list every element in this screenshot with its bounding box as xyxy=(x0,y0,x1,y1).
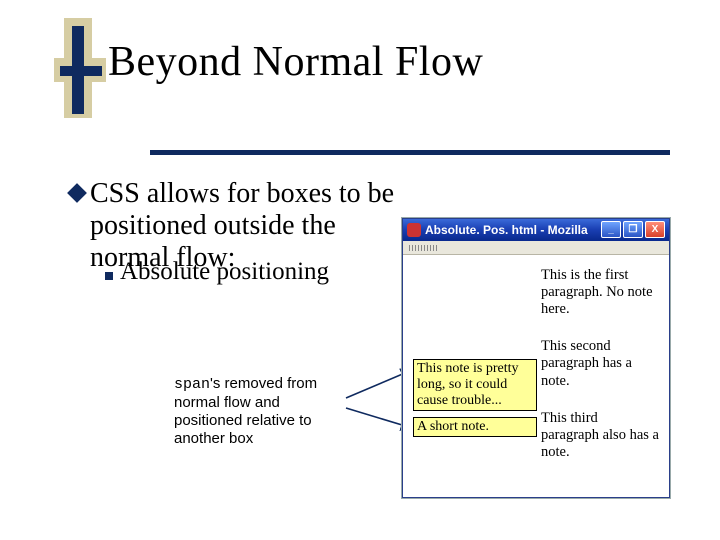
browser-window: Absolute. Pos. html - Mozilla _ ❐ X This… xyxy=(402,218,670,498)
browser-toolbar xyxy=(403,241,669,255)
note-box-1: This note is pretty long, so it could ca… xyxy=(413,359,537,411)
note-box-2: A short note. xyxy=(413,417,537,437)
slide-title-wrap: Beyond Normal Flow xyxy=(108,38,668,86)
sub-bullet-text: Absolute positioning xyxy=(120,258,329,286)
close-button[interactable]: X xyxy=(645,221,665,238)
paragraph-3: This third paragraph also has a note. xyxy=(541,410,659,461)
slide-title: Beyond Normal Flow xyxy=(108,38,668,86)
browser-title: Absolute. Pos. html - Mozilla xyxy=(425,223,588,237)
browser-content: This is the first paragraph. No note her… xyxy=(403,255,669,497)
minimize-button[interactable]: _ xyxy=(601,221,621,238)
toolbar-grip-icon xyxy=(409,245,439,251)
slide-corner-decoration xyxy=(54,18,114,128)
title-underline xyxy=(150,150,670,155)
caption-code: span xyxy=(174,376,210,393)
mozilla-icon xyxy=(407,223,421,237)
bullet-diamond-icon xyxy=(67,183,87,203)
paragraph-2: This second paragraph has a note. xyxy=(541,338,659,389)
maximize-button[interactable]: ❐ xyxy=(623,221,643,238)
paragraph-1: This is the first paragraph. No note her… xyxy=(541,267,659,318)
callout-caption: span's removed from normal flow and posi… xyxy=(174,375,349,448)
browser-titlebar: Absolute. Pos. html - Mozilla _ ❐ X xyxy=(403,219,669,241)
sub-bullet-square-icon xyxy=(105,272,113,280)
